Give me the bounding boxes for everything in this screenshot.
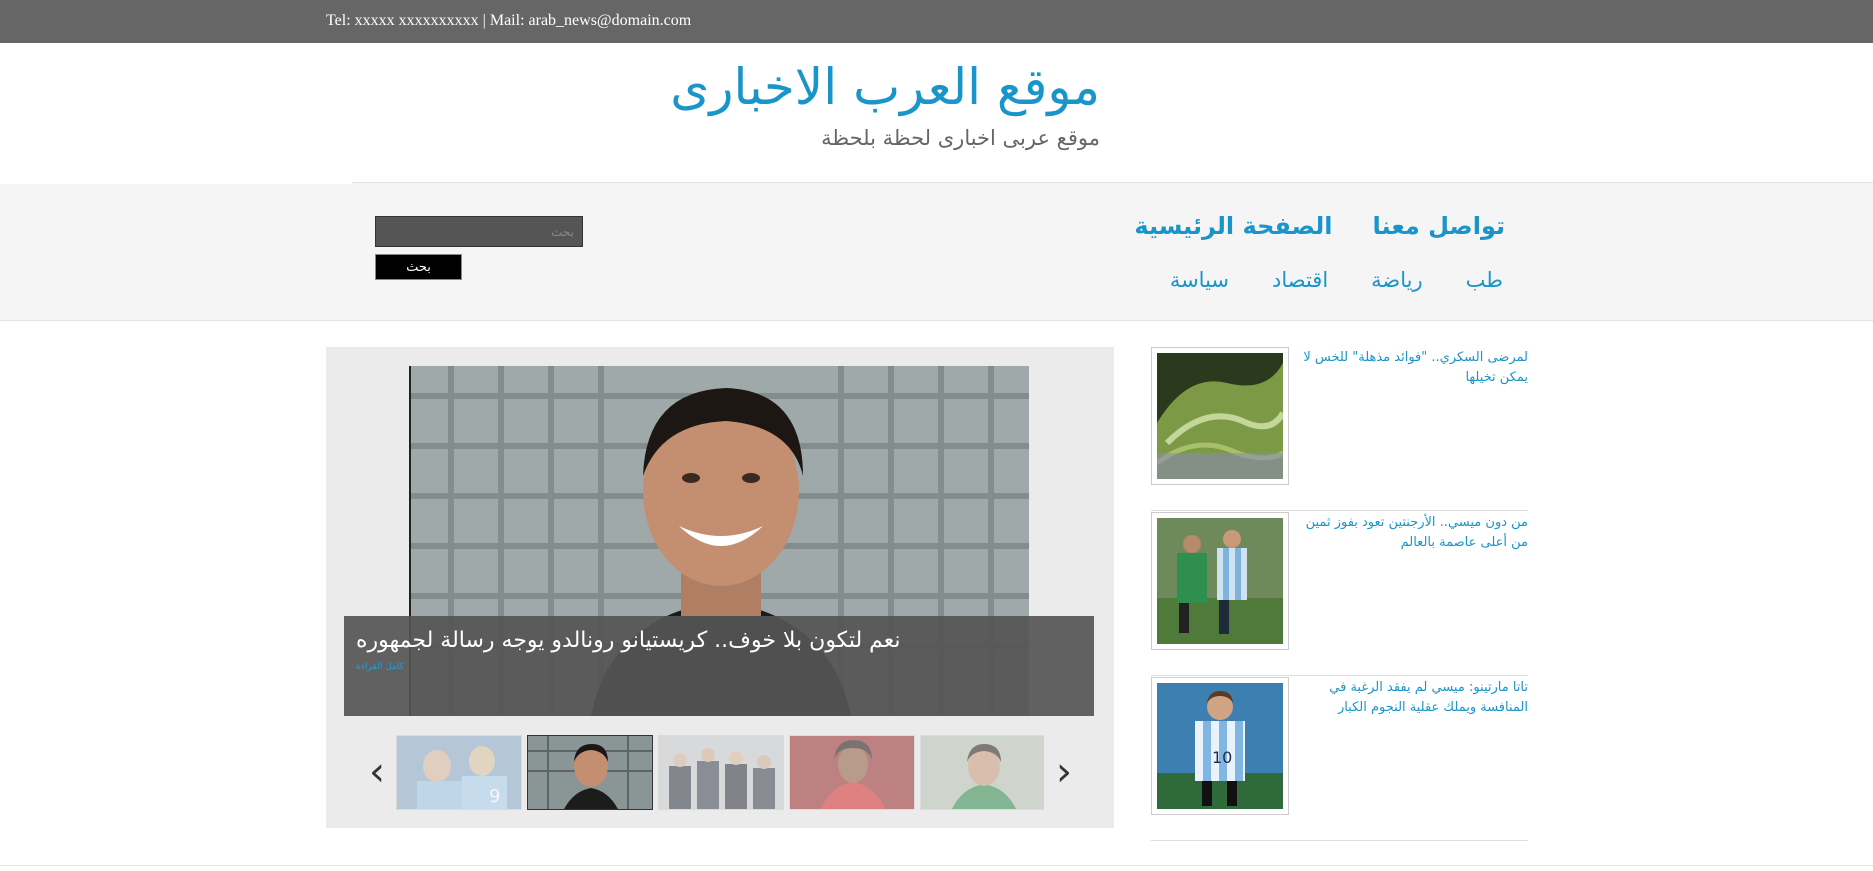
slider-thumbnail[interactable] [658,735,784,810]
chevron-right-icon[interactable]: › [1051,749,1077,795]
slider-thumbnail[interactable]: 9 [396,735,522,810]
slider-thumbnail[interactable] [920,735,1044,810]
top-bar: Tel: xxxxx xxxxxxxxxx | Mail: arab_news@… [0,0,1873,43]
news-title[interactable]: لمرضى السكري.. "فوائد مذهلة" للخس لا يمك… [1299,348,1528,388]
search-input[interactable] [375,216,583,247]
news-item[interactable]: لمرضى السكري.. "فوائد مذهلة" للخس لا يمك… [1151,347,1528,511]
search-button[interactable]: بحث [375,254,462,280]
primary-nav: الصفحة الرئيسية تواصل معنا [1134,212,1505,240]
slide-caption-title[interactable]: نعم لتكون بلا خوف.. كريستيانو رونالدو يو… [356,628,901,653]
slider-thumbnails: 9 [394,735,1044,810]
navigation-bar [0,182,1873,321]
slide-caption[interactable]: نعم لتكون بلا خوف.. كريستيانو رونالدو يو… [344,616,1094,716]
read-more-link[interactable]: كامل القراءة [356,662,404,672]
svg-text:10: 10 [1212,748,1232,767]
category-nav: سياسة اقتصاد رياضة طب [1170,268,1503,292]
nav-link-sports[interactable]: رياضة [1371,268,1422,292]
news-thumbnail[interactable] [1151,347,1289,485]
news-title[interactable]: تاتا مارتينو: ميسي لم يفقد الرغبة في الم… [1299,678,1528,718]
news-title[interactable]: من دون ميسي.. الأرجنتين تعود بفوز ثمين م… [1299,513,1528,553]
contact-info: Tel: xxxxx xxxxxxxxxx | Mail: arab_news@… [326,12,692,29]
nav-link-contact[interactable]: تواصل معنا [1373,212,1505,240]
site-tagline: موقع عربى اخبارى لحظة بلحظة [821,126,1100,150]
news-thumbnail[interactable]: 10 [1151,677,1289,815]
news-thumbnail[interactable] [1151,512,1289,650]
site-title[interactable]: موقع العرب الاخبارى [0,55,1100,119]
slider-thumbnail[interactable] [527,735,653,810]
chevron-left-icon[interactable]: ‹ [364,749,390,795]
news-item[interactable]: من دون ميسي.. الأرجنتين تعود بفوز ثمين م… [1151,512,1528,676]
news-item[interactable]: 10 تاتا مارتينو: ميسي لم يفقد الرغبة في … [1151,677,1528,841]
footer-divider [0,865,1873,866]
featured-slider: نعم لتكون بلا خوف.. كريستيانو رونالدو يو… [326,347,1114,828]
nav-link-home[interactable]: الصفحة الرئيسية [1134,212,1332,240]
slider-thumbnail[interactable] [789,735,915,810]
nav-link-economy[interactable]: اقتصاد [1272,268,1328,292]
nav-link-politics[interactable]: سياسة [1170,268,1229,292]
nav-divider [0,182,352,184]
svg-text:9: 9 [489,786,500,807]
nav-link-medicine[interactable]: طب [1466,268,1503,292]
